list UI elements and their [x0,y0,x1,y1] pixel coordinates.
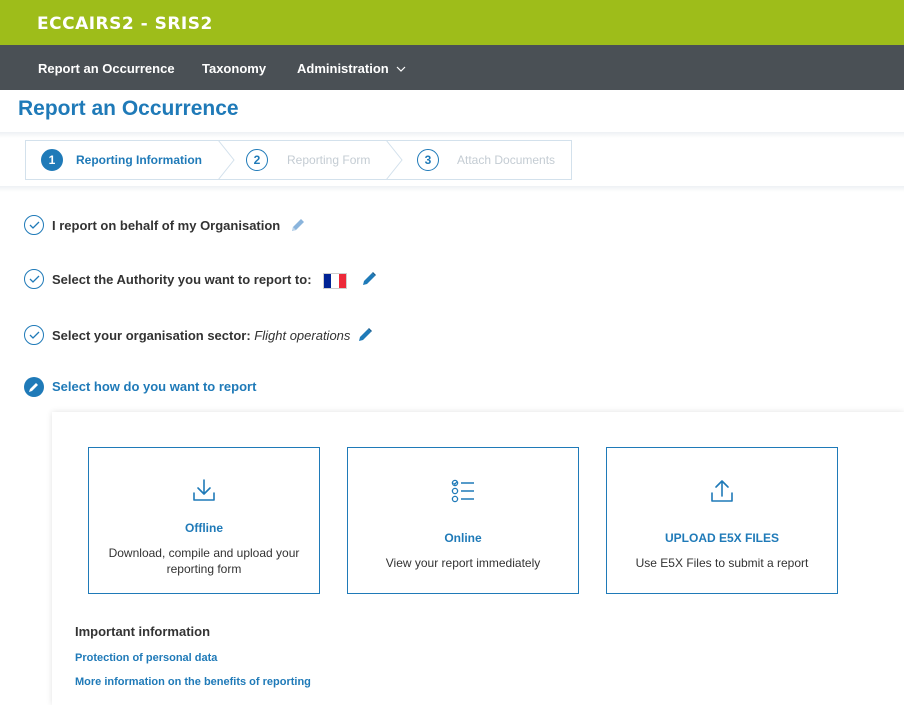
download-icon [89,476,319,506]
step-number: 3 [417,149,439,171]
check-circle-icon [24,215,44,235]
check-circle-icon [24,325,44,345]
step-attach-documents[interactable]: 3 Attach Documents [401,141,571,179]
top-bar: ECCAIRS2 - SRIS2 [0,0,904,45]
checklist-icon [348,476,578,506]
option-title: Online [444,531,482,545]
section-label: Select the Authority you want to report … [52,271,312,287]
option-upload-card[interactable]: UPLOAD E5X FILES Use E5X Files to submit… [606,447,838,594]
step-reporting-information[interactable]: 1 Reporting Information [26,141,231,179]
step-label: Reporting Form [287,153,371,167]
nav-item-label: Administration [297,61,389,76]
page-title: Report an Occurrence [18,97,239,120]
nav-item-report-occurrence[interactable]: Report an Occurrence [38,45,175,90]
step-number: 1 [41,149,63,171]
divider [0,186,904,192]
pencil-icon[interactable] [361,271,377,290]
upload-icon [607,476,837,506]
pencil-icon[interactable] [290,217,306,236]
option-description: Download, compile and upload your report… [108,546,300,576]
france-flag-icon [323,272,348,289]
option-description: Use E5X Files to submit a report [635,556,809,570]
link-personal-data[interactable]: Protection of personal data [75,652,217,664]
option-offline-card[interactable]: Offline Download, compile and upload you… [88,447,320,594]
option-online-card[interactable]: Online View your report immediately [347,447,579,594]
section-label: Select your organisation sector: [52,327,251,343]
divider [0,132,904,138]
option-title: UPLOAD E5X FILES [664,531,780,545]
step-label: Attach Documents [457,153,556,167]
nav-item-administration[interactable]: Administration [297,45,406,90]
pencil-icon[interactable] [357,327,373,346]
option-description: View your report immediately [385,556,541,570]
nav-item-label: Taxonomy [202,61,267,76]
section-label: Select how do you want to report [52,379,257,394]
step-label: Reporting Information [76,153,202,167]
nav-item-taxonomy[interactable]: Taxonomy [202,45,266,90]
check-circle-icon [24,269,44,289]
report-method-panel: Offline Download, compile and upload you… [52,412,904,705]
section-label: I report on behalf of my Organisation [52,217,281,233]
step-number: 2 [246,149,268,171]
info-heading: Important information [75,624,211,639]
edit-step-icon [24,377,44,397]
main-nav: Report an Occurrence Taxonomy Administra… [0,45,904,90]
nav-item-label: Report an Occurrence [38,61,175,76]
sector-value: Flight operations [254,327,351,343]
app-logo[interactable]: ECCAIRS2 - SRIS2 [37,14,213,34]
step-reporting-form[interactable]: 2 Reporting Form [231,141,401,179]
option-title: Offline [185,521,223,535]
stepper: 1 Reporting Information 2 Reporting Form… [25,140,572,180]
link-benefits-of-reporting[interactable]: More information on the benefits of repo… [75,676,311,688]
chevron-down-icon [396,64,406,76]
